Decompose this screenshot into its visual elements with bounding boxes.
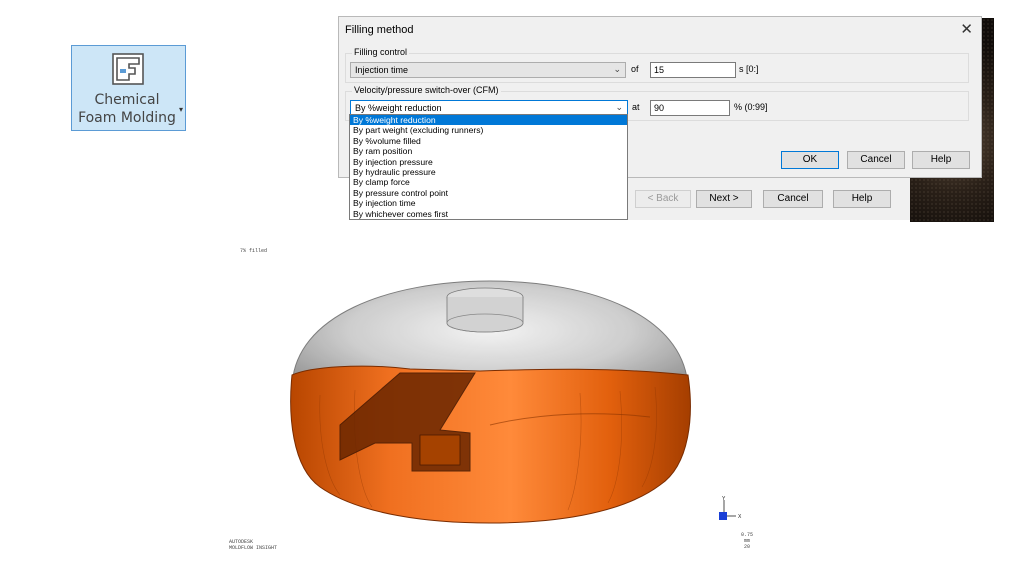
dropdown-option[interactable]: By injection time	[350, 198, 627, 208]
dropdown-option[interactable]: By whichever comes first	[350, 209, 627, 219]
switch-over-value: By %weight reduction	[355, 103, 442, 113]
filling-control-select[interactable]: Injection time ⌄	[350, 62, 626, 78]
dropdown-option[interactable]: By clamp force	[350, 177, 627, 187]
dropdown-option[interactable]: By ram position	[350, 146, 627, 156]
axis-x-label: X	[738, 514, 742, 520]
chevron-down-icon: ⌄	[613, 65, 621, 75]
ok-button[interactable]: OK	[781, 151, 839, 169]
filling-control-title: Filling control	[352, 47, 410, 57]
next-button[interactable]: Next >	[696, 190, 752, 208]
help-button[interactable]: Help	[912, 151, 970, 169]
dropdown-option[interactable]: By hydraulic pressure	[350, 167, 627, 177]
chemical-foam-molding-icon	[112, 53, 144, 85]
at-label: at	[632, 102, 640, 112]
switch-over-input[interactable]: 90	[650, 100, 730, 116]
brand-text: AUTODESK MOLDFLOW INSIGHT	[229, 539, 277, 551]
dropdown-option[interactable]: By injection pressure	[350, 157, 627, 167]
wizard-help-button[interactable]: Help	[833, 190, 891, 208]
dialog-title: Filling method	[345, 24, 414, 36]
brand-line2: MOLDFLOW INSIGHT	[229, 545, 278, 551]
dropdown-option[interactable]: By %weight reduction	[350, 115, 627, 126]
switch-over-unit: % (0:99]	[734, 102, 768, 112]
back-button[interactable]: < Back	[635, 190, 691, 208]
switch-over-title: Velocity/pressure switch-over (CFM)	[352, 85, 501, 95]
fill-status-text: 7% filled	[240, 248, 268, 254]
foam-part-model	[290, 280, 691, 524]
dropdown-option[interactable]: By pressure control point	[350, 188, 627, 198]
filling-time-input[interactable]: 15	[650, 62, 736, 78]
chemical-foam-molding-button[interactable]: Chemical Foam Molding ▾	[71, 45, 186, 131]
chevron-down-icon: ⌄	[615, 103, 623, 113]
of-label: of	[631, 64, 639, 74]
filling-time-unit: s [0:]	[739, 64, 759, 74]
cancel-button[interactable]: Cancel	[847, 151, 905, 169]
filling-control-group: Filling control Injection time ⌄ of 15 s…	[345, 47, 969, 83]
close-icon[interactable]: ✕	[960, 20, 973, 38]
ribbon-label-line2: Foam Molding	[78, 110, 176, 126]
ribbon-button-label: Chemical Foam Molding	[72, 91, 182, 127]
ribbon-label-line1: Chemical	[94, 92, 160, 108]
dropdown-caret-icon[interactable]: ▾	[179, 105, 183, 114]
dropdown-option[interactable]: By part weight (excluding runners)	[350, 125, 627, 135]
axis-y-label: Y	[722, 496, 726, 502]
dropdown-option[interactable]: By %volume filled	[350, 136, 627, 146]
wizard-footer: < Back Next > Cancel Help	[590, 178, 910, 220]
switch-over-dropdown-list: By %weight reduction By part weight (exc…	[349, 114, 628, 220]
filling-control-value: Injection time	[355, 65, 409, 75]
wizard-cancel-button[interactable]: Cancel	[763, 190, 823, 208]
axis-triad: Y X	[719, 496, 742, 520]
